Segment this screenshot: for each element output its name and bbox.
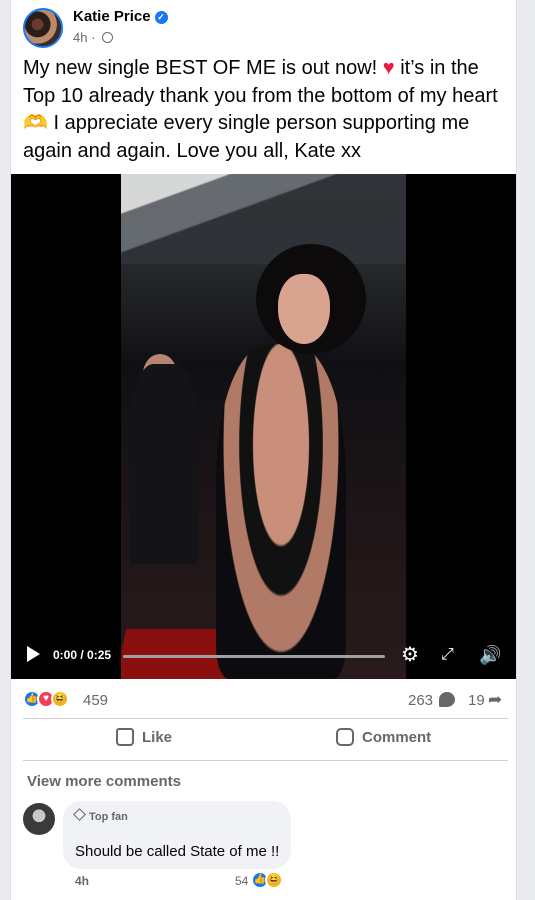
author-name-text[interactable]: Katie Price <box>73 8 151 25</box>
hands-heart-emoji: 🫶 <box>23 112 48 134</box>
video-ceiling <box>121 174 406 264</box>
author-avatar[interactable] <box>23 8 63 48</box>
post-card: Katie Price ✓ 4h · My new single BEST OF … <box>10 0 517 900</box>
post-text: My new single BEST OF ME is out now! ♥ i… <box>23 55 508 165</box>
heart-emoji: ♥ <box>382 57 395 79</box>
volume-icon[interactable]: 🔊 <box>479 644 501 666</box>
thumbs-up-icon <box>116 728 134 746</box>
diamond-icon <box>73 808 86 821</box>
verified-badge-icon: ✓ <box>154 11 168 24</box>
post-time[interactable]: 4h · <box>73 30 95 45</box>
commenter-avatar[interactable] <box>23 803 55 835</box>
top-fan-badge: Top fan <box>73 808 128 823</box>
share-arrow-icon: ➦ <box>488 690 503 709</box>
comments-count[interactable]: 263 <box>408 692 433 709</box>
comment-button[interactable]: Comment <box>336 728 431 754</box>
shares-count[interactable]: 19 <box>468 692 485 709</box>
comment-haha-reaction-icon[interactable]: 😆 <box>265 871 283 889</box>
video-frame[interactable] <box>121 174 406 679</box>
video-controls: 0:00 / 0:25 ⚙ ⤢ 🔊 <box>11 633 516 679</box>
comment-bubble: Top fan Should be called State of me !! <box>63 801 291 869</box>
post-header: Katie Price ✓ 4h · <box>21 8 501 48</box>
video-performer-face <box>278 274 330 344</box>
video-background-person <box>129 364 199 564</box>
fullscreen-icon[interactable]: ⤢ <box>441 644 454 666</box>
author-name[interactable]: Katie Price ✓ <box>73 8 168 25</box>
like-button[interactable]: Like <box>116 728 172 754</box>
video-player[interactable]: 0:00 / 0:25 ⚙ ⤢ 🔊 <box>11 174 516 679</box>
like-button-label: Like <box>142 729 173 746</box>
video-progress-bar[interactable] <box>123 655 385 658</box>
post-text-part1: My new single BEST OF ME is out now! <box>23 57 383 79</box>
play-icon[interactable] <box>27 646 40 662</box>
video-time: 0:00 / 0:25 <box>53 648 112 662</box>
reactions-bar: 👍 ♥ 😆 459 263 19 ➦ <box>23 688 508 712</box>
post-text-part3: I appreciate every single person support… <box>23 112 470 162</box>
view-more-comments-link[interactable]: View more comments <box>27 773 181 790</box>
comment-time[interactable]: 4h <box>75 874 89 888</box>
top-fan-label: Top fan <box>89 811 128 823</box>
comment-button-label: Comment <box>362 729 432 746</box>
divider <box>23 760 508 761</box>
video-performer-body <box>216 344 346 679</box>
comment-text: Should be called State of me !! <box>75 843 280 860</box>
haha-reaction-icon[interactable]: 😆 <box>51 690 69 708</box>
post-meta: 4h · <box>73 30 114 45</box>
divider <box>23 718 508 719</box>
globe-icon <box>102 32 114 43</box>
settings-icon[interactable]: ⚙ <box>401 644 419 666</box>
comment-reaction-count[interactable]: 54 <box>235 874 248 888</box>
comment-icon <box>336 728 354 746</box>
comment-bubble-icon <box>439 692 455 707</box>
reaction-count[interactable]: 459 <box>83 692 108 709</box>
